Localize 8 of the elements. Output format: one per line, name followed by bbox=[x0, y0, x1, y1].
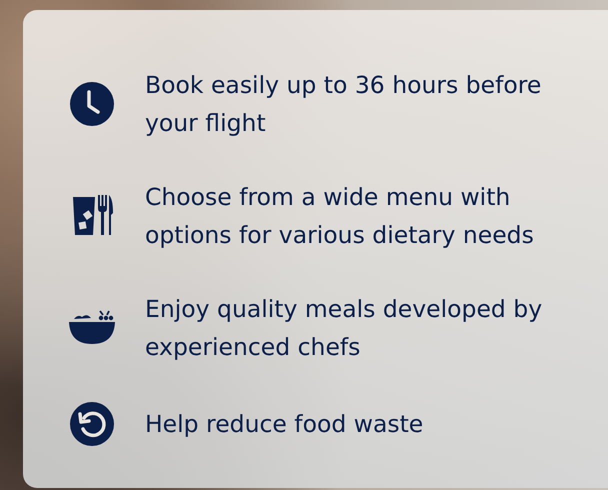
salad-bowl-icon bbox=[69, 310, 115, 346]
drink-cutlery-icon bbox=[71, 195, 113, 237]
feature-text: Choose from a wide menu with options for various dietary needs bbox=[145, 182, 535, 251]
feature-text: Book easily up to 36 hours before your flight bbox=[145, 70, 542, 139]
clock-icon bbox=[70, 82, 114, 126]
feature-text: Enjoy quality meals developed by experienced chefs bbox=[145, 294, 544, 363]
feature-text: Help reduce food waste bbox=[145, 409, 424, 440]
refresh-icon bbox=[70, 402, 114, 446]
